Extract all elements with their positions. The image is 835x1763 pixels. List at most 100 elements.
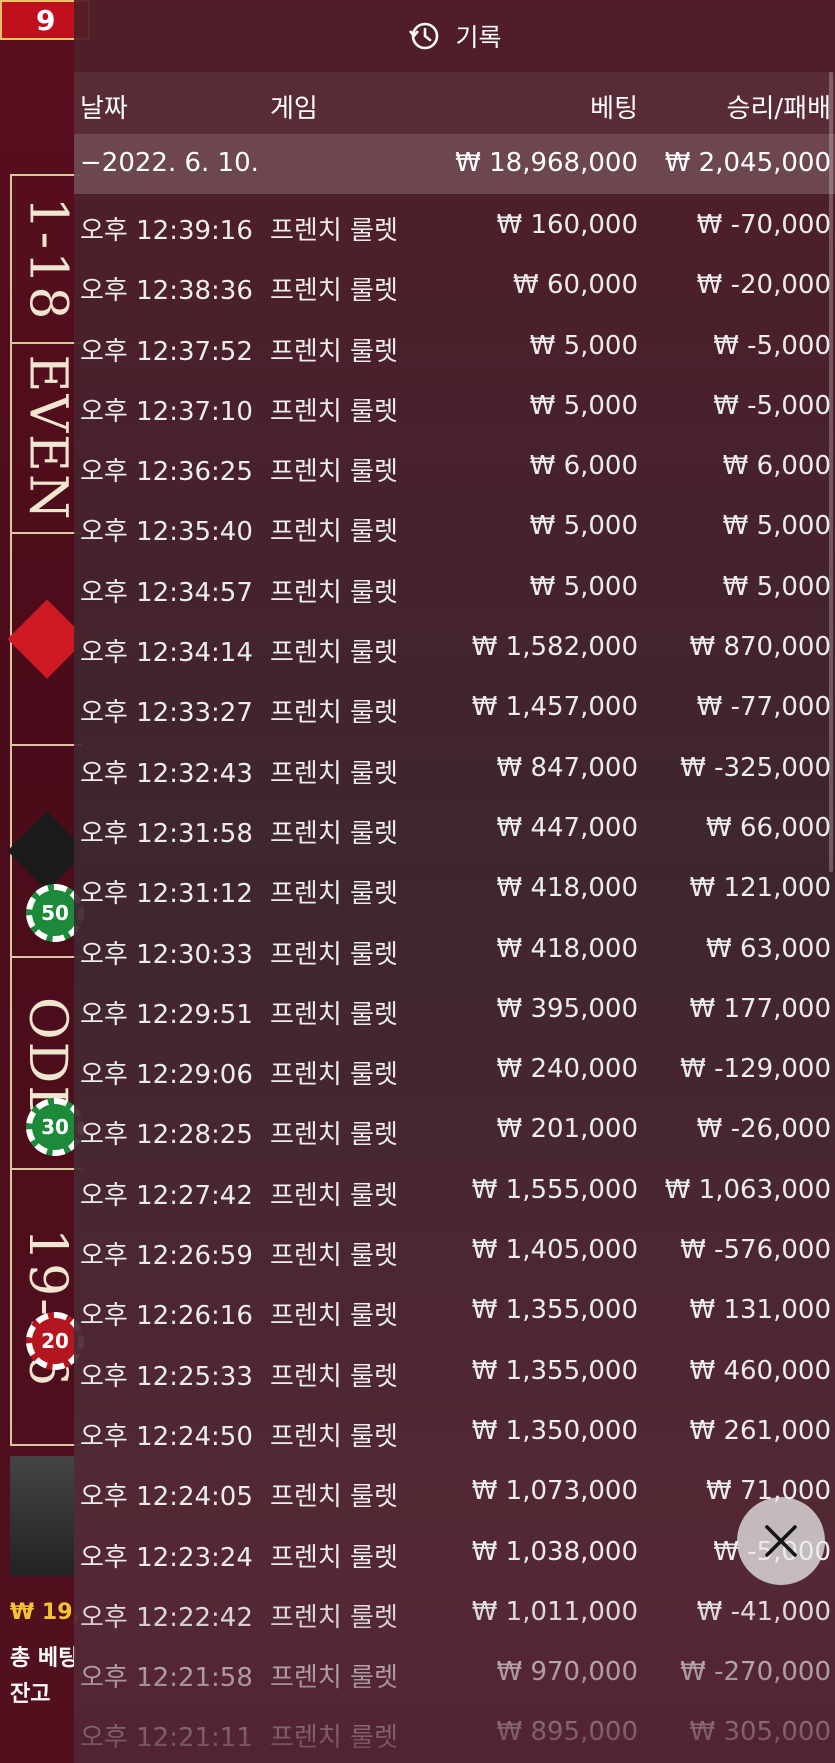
row-bet: ₩ 1,355,000 [471,1355,638,1386]
bet-even[interactable]: EVEN [12,344,82,534]
history-row[interactable]: 오후 12:26:59 프렌치 룰렛 ₩ 1,405,000 ₩ -576,000 [74,1219,835,1279]
row-win-loss: ₩ 66,000 [706,812,831,843]
row-win-loss: ₩ 177,000 [689,993,832,1024]
history-row[interactable]: 오후 12:24:50 프렌치 룰렛 ₩ 1,350,000 ₩ 261,000 [74,1400,835,1460]
row-win-loss: ₩ -70,000 [696,210,831,240]
column-game: 게임 [270,94,318,124]
row-game: 프렌치 룰렛 [270,1241,398,1272]
row-time: 오후 12:34:57 [80,577,253,608]
row-win-loss: ₩ -41,000 [696,1596,831,1627]
row-game: 프렌치 룰렛 [270,1602,398,1633]
history-row[interactable]: 오후 12:31:58 프렌치 룰렛 ₩ 447,000 ₩ 66,000 [74,797,835,857]
row-game: 프렌치 룰렛 [270,1180,398,1211]
outside-bets-strip: 1-18 EVEN ODD 19-36 [7,174,87,1446]
history-row[interactable]: 오후 12:24:05 프렌치 룰렛 ₩ 1,073,000 ₩ 71,000 [74,1460,835,1520]
row-time: 오후 12:31:12 [80,879,253,910]
row-game: 프렌치 룰렛 [270,1421,398,1452]
row-time: 오후 12:33:27 [80,698,253,729]
date-group-win-total: ₩ 2,045,000 [664,148,831,178]
row-bet: ₩ 5,000 [529,390,638,421]
close-button[interactable] [737,1497,825,1585]
row-win-loss: ₩ -270,000 [680,1657,831,1688]
column-bet: 베팅 [590,94,638,124]
bet-1-18[interactable]: 1-18 [12,176,82,344]
row-game: 프렌치 룰렛 [270,1120,398,1151]
balance-amount: ₩ 19, [10,1600,81,1625]
history-row[interactable]: 오후 12:36:25 프렌치 룰렛 ₩ 6,000 ₩ 6,000 [74,435,835,495]
row-win-loss: ₩ 131,000 [689,1295,832,1326]
panel-header: 기록 [74,0,835,72]
row-bet: ₩ 970,000 [496,1657,639,1688]
row-bet: ₩ 847,000 [496,752,639,783]
history-row[interactable]: 오후 12:32:43 프렌치 룰렛 ₩ 847,000 ₩ -325,000 [74,737,835,797]
history-row[interactable]: 오후 12:30:33 프렌치 룰렛 ₩ 418,000 ₩ 63,000 [74,918,835,978]
history-row[interactable]: 오후 12:22:42 프렌치 룰렛 ₩ 1,011,000 ₩ -41,000 [74,1581,835,1641]
row-bet: ₩ 447,000 [496,812,639,843]
row-time: 오후 12:37:52 [80,336,253,367]
row-game: 프렌치 룰렛 [270,1060,398,1091]
history-row[interactable]: 오후 12:27:42 프렌치 룰렛 ₩ 1,555,000 ₩ 1,063,000 [74,1159,835,1219]
row-time: 오후 12:30:33 [80,939,253,970]
row-win-loss: ₩ 460,000 [689,1355,832,1386]
row-win-loss: ₩ -26,000 [696,1114,831,1145]
scrollbar[interactable] [829,72,833,872]
row-bet: ₩ 1,350,000 [471,1415,638,1446]
history-row[interactable]: 오후 12:37:52 프렌치 룰렛 ₩ 5,000 ₩ -5,000 [74,315,835,375]
history-row[interactable]: 오후 12:37:10 프렌치 룰렛 ₩ 5,000 ₩ -5,000 [74,375,835,435]
row-game: 프렌치 룰렛 [270,216,398,246]
row-time: 오후 12:36:25 [80,457,253,488]
row-win-loss: ₩ -20,000 [696,270,831,301]
date-group-row[interactable]: −2022. 6. 10. ₩ 18,968,000 ₩ 2,045,000 [74,134,835,194]
row-win-loss: ₩ 63,000 [706,933,831,964]
history-row[interactable]: 오후 12:23:24프렌치 룰렛₩ 1,038,000₩ -5,000 [74,1521,835,1581]
history-row[interactable]: 오후 12:38:36 프렌치 룰렛 ₩ 60,000 ₩ -20,000 [74,254,835,314]
row-bet: ₩ 418,000 [496,873,639,904]
row-time: 오후 12:24:50 [80,1421,253,1452]
history-panel: 기록 날짜 게임 베팅 승리/패배 −2022. 6. 10. ₩ 18,968… [74,0,835,1763]
history-row[interactable]: 오후 12:29:06 프렌치 룰렛 ₩ 240,000 ₩ -129,000 [74,1038,835,1098]
history-row[interactable]: 오후 12:39:16 프렌치 룰렛 ₩ 160,000 ₩ -70,000 [74,194,835,254]
row-time: 오후 12:24:05 [80,1482,253,1513]
date-group-bet-total: ₩ 18,968,000 [455,148,638,178]
row-time: 오후 12:25:33 [80,1361,253,1392]
row-game: 프렌치 룰렛 [270,999,398,1030]
history-row[interactable]: 오후 12:25:33 프렌치 룰렛 ₩ 1,355,000 ₩ 460,000 [74,1340,835,1400]
row-game: 프렌치 룰렛 [270,758,398,789]
row-win-loss: ₩ 5,000 [722,571,831,602]
bet-red[interactable] [7,534,87,746]
row-game: 프렌치 룰렛 [270,698,398,729]
history-row[interactable]: 오후 12:21:58 프렌치 룰렛 ₩ 970,000 ₩ -270,000 [74,1641,835,1701]
history-row[interactable]: 오후 12:28:25 프렌치 룰렛 ₩ 201,000 ₩ -26,000 [74,1098,835,1158]
column-date: 날짜 [80,94,128,124]
bet-19-36[interactable]: 19-36 [12,1170,82,1446]
history-row[interactable]: 오후 12:33:27 프렌치 룰렛 ₩ 1,457,000 ₩ -77,000 [74,676,835,736]
close-icon [765,1525,797,1557]
history-row[interactable]: 오후 12:34:57 프렌치 룰렛 ₩ 5,000 ₩ 5,000 [74,556,835,616]
row-win-loss: ₩ -576,000 [680,1235,831,1266]
row-bet: ₩ 418,000 [496,933,639,964]
row-win-loss: ₩ -325,000 [680,752,831,783]
row-time: 오후 12:26:59 [80,1241,253,1272]
row-game: 프렌치 룰렛 [270,1482,398,1513]
history-row[interactable]: 오후 12:35:40 프렌치 룰렛 ₩ 5,000 ₩ 5,000 [74,495,835,555]
row-time: 오후 12:37:10 [80,396,253,427]
history-row[interactable]: 오후 12:31:12 프렌치 룰렛 ₩ 418,000 ₩ 121,000 [74,857,835,917]
row-game: 프렌치 룰렛 [270,939,398,970]
row-game: 프렌치 룰렛 [270,1542,398,1573]
row-win-loss: ₩ 261,000 [689,1415,832,1446]
history-row[interactable]: 오후 12:29:51 프렌치 룰렛 ₩ 395,000 ₩ 177,000 [74,978,835,1038]
row-game: 프렌치 룰렛 [270,1361,398,1392]
row-bet: ₩ 1,582,000 [471,632,638,663]
total-bet-label: 총 베팅 [10,1646,79,1671]
row-win-loss: ₩ 305,000 [689,1717,832,1748]
history-row[interactable]: 오후 12:26:16 프렌치 룰렛 ₩ 1,355,000 ₩ 131,000 [74,1279,835,1339]
live-video-thumbnail[interactable] [10,1456,80,1576]
row-time: 오후 12:29:06 [80,1060,253,1091]
row-bet: ₩ 6,000 [529,451,638,482]
bet-1-18-label: 1-18 [17,196,78,322]
row-game: 프렌치 룰렛 [270,818,398,849]
history-row[interactable]: 오후 12:21:11 프렌치 룰렛 ₩ 895,000 ₩ 305,000 [74,1701,835,1761]
history-row[interactable]: 오후 12:34:14 프렌치 룰렛 ₩ 1,582,000 ₩ 870,000 [74,616,835,676]
row-game: 프렌치 룰렛 [270,336,398,367]
panel-title: 기록 [455,23,502,52]
